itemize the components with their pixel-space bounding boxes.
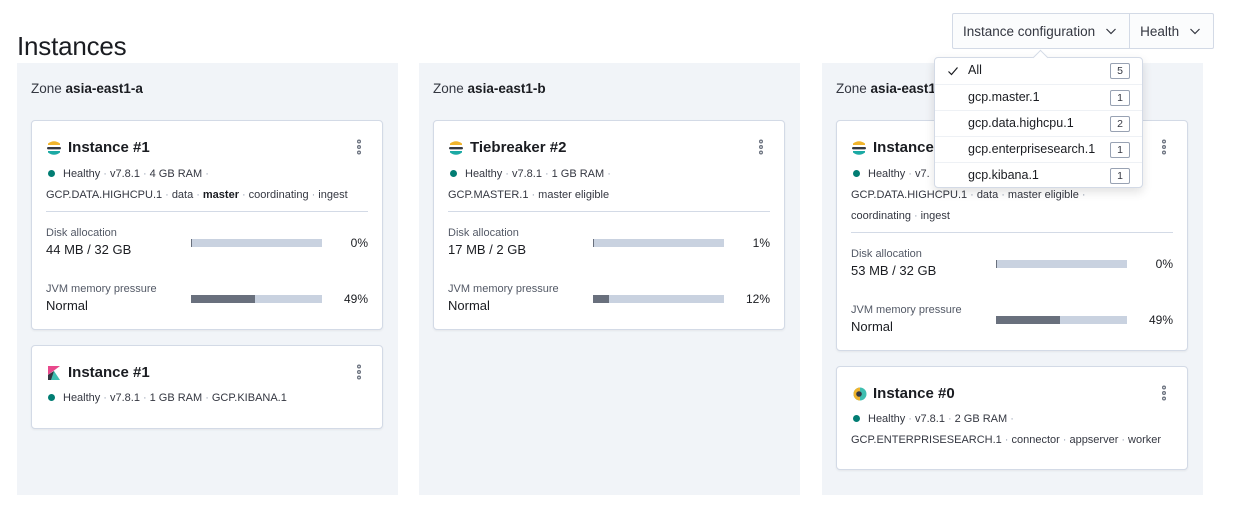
- elasticsearch-logo-icon: [449, 140, 463, 155]
- elasticsearch-logo-icon: [852, 140, 866, 155]
- instance-configuration-dropdown: All 5 gcp.master.1 1 gcp.data.highcpu.1 …: [934, 57, 1143, 188]
- instance-meta: Healthy · v7.8.1 · 2 GB RAM · GCP.ENTERPRISES…: [851, 413, 1162, 446]
- more-actions-icon[interactable]: [356, 139, 362, 155]
- health-filter-button[interactable]: Health: [1129, 14, 1213, 48]
- jvm-memory-bar: [996, 316, 1127, 324]
- filter-group: Instance configuration Health: [952, 13, 1215, 49]
- disk-allocation-metric: Disk allocation 53 MB / 32 GB 0%: [851, 248, 1173, 278]
- instance-configuration-filter-button[interactable]: Instance configuration: [953, 14, 1129, 48]
- more-actions-icon[interactable]: [1161, 139, 1167, 155]
- dropdown-option-gcp-kibana[interactable]: gcp.kibana.1 1: [935, 162, 1142, 188]
- zone-panel-a: Zone asia-east1-a Instance #1 Healthy · v7…: [17, 63, 398, 495]
- health-dot-icon: [853, 415, 860, 422]
- dropdown-option-gcp-data-highcpu[interactable]: gcp.data.highcpu.1 2: [935, 110, 1142, 136]
- zone-label: Zone asia-east1-a: [31, 81, 143, 96]
- chevron-down-icon: [1190, 28, 1201, 35]
- count-badge: 2: [1110, 116, 1130, 132]
- health-dot-icon: [450, 170, 457, 177]
- disk-allocation-bar: [996, 260, 1127, 268]
- zone-label: Zone asia-east1-b: [433, 81, 546, 96]
- kibana-logo-icon: [48, 365, 60, 380]
- dropdown-option-gcp-master[interactable]: gcp.master.1 1: [935, 84, 1142, 110]
- instance-title: Instance: [873, 139, 934, 156]
- health-dot-icon: [48, 170, 55, 177]
- jvm-memory-metric: JVM memory pressure Normal 49%: [46, 283, 368, 313]
- jvm-memory-metric: JVM memory pressure Normal 49%: [851, 304, 1173, 334]
- jvm-memory-bar: [191, 295, 322, 303]
- count-badge: 1: [1110, 168, 1130, 184]
- instance-title: Tiebreaker #2: [470, 139, 567, 156]
- instance-title: Instance #0: [873, 385, 955, 402]
- count-badge: 1: [1110, 142, 1130, 158]
- more-actions-icon[interactable]: [758, 139, 764, 155]
- instance-card: Tiebreaker #2 Healthy · v7.8.1 · 1 GB RAM · G…: [433, 120, 785, 330]
- health-dot-icon: [853, 170, 860, 177]
- dropdown-option-all[interactable]: All 5: [935, 58, 1142, 84]
- instance-meta: Healthy · v7.8.1 · 1 GB RAM · GCP.MASTER.1 · ma…: [448, 168, 611, 201]
- disk-allocation-bar: [593, 239, 724, 247]
- disk-allocation-metric: Disk allocation 17 MB / 2 GB 1%: [448, 227, 770, 257]
- more-actions-icon[interactable]: [1161, 385, 1167, 401]
- zone-label: Zone asia-east1: [836, 81, 936, 96]
- page-title: Instances: [17, 31, 127, 62]
- more-actions-icon[interactable]: [356, 364, 362, 380]
- health-dot-icon: [48, 394, 55, 401]
- disk-allocation-bar: [191, 239, 322, 247]
- zone-panel-b: Zone asia-east1-b Tiebreaker #2 Healthy ·…: [419, 63, 800, 495]
- chevron-down-icon: [1106, 28, 1117, 35]
- dropdown-option-gcp-enterprisesearch[interactable]: gcp.enterprisesearch.1 1: [935, 136, 1142, 162]
- elasticsearch-logo-icon: [47, 140, 61, 155]
- instance-meta: Healthy · v7.8.1 · 1 GB RAM · GCP.KIBANA.1: [46, 388, 372, 409]
- check-icon: [948, 67, 958, 76]
- count-badge: 1: [1110, 90, 1130, 106]
- instance-card: Instance #1 Healthy · v7.8.1 · 4 GB RAM · GCP…: [31, 120, 383, 330]
- jvm-memory-metric: JVM memory pressure Normal 12%: [448, 283, 770, 313]
- jvm-memory-bar: [593, 295, 724, 303]
- count-badge: 5: [1110, 63, 1130, 79]
- instance-card: Instance #1 Healthy · v7.8.1 · 1 GB RAM · GCP.…: [31, 345, 383, 429]
- instance-meta: Healthy · v7.8.1 · 4 GB RAM · GCP.DATA.HIGHCP…: [46, 168, 348, 201]
- disk-allocation-metric: Disk allocation 44 MB / 32 GB 0%: [46, 227, 368, 257]
- instance-title: Instance #1: [68, 139, 150, 156]
- instance-card: Instance #0 Healthy · v7.8.1 · 2 GB RAM · GCP…: [836, 366, 1188, 470]
- instance-title: Instance #1: [68, 364, 150, 381]
- enterprise-search-logo-icon: [853, 387, 867, 400]
